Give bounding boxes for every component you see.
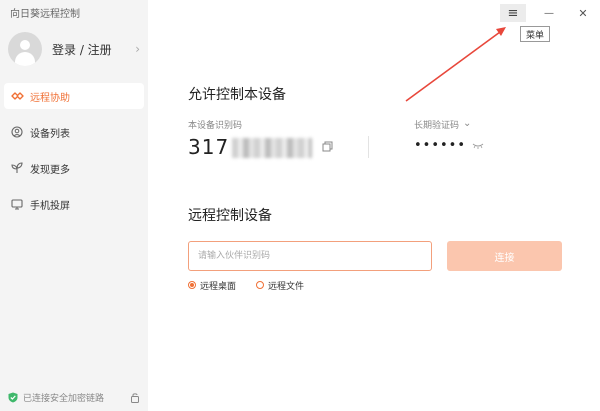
device-id-value: 317 (188, 135, 230, 159)
divider (368, 136, 369, 158)
mode-remote-file[interactable]: 远程文件 (256, 279, 305, 292)
remote-assist-icon (10, 89, 24, 103)
avatar (8, 32, 42, 66)
menu-tooltip: 菜单 (520, 26, 550, 42)
login-label: 登录 / 注册 (52, 42, 112, 57)
radio-selected-icon (188, 281, 196, 289)
mode-label: 远程桌面 (200, 281, 237, 292)
chevron-down-icon: ⌄ (463, 117, 472, 129)
connect-button[interactable]: 连接 (447, 241, 562, 271)
sidebar-item-label: 远程协助 (30, 92, 70, 104)
secure-status-text: 已连接安全加密链路 (23, 393, 105, 404)
sidebar-item-remote-assist[interactable]: 远程协助 (4, 83, 144, 109)
lock-icon[interactable] (130, 392, 140, 403)
sidebar-item-label: 发现更多 (30, 164, 70, 176)
chevron-right-icon: › (135, 42, 140, 56)
allow-section-title: 允许控制本设备 (188, 87, 286, 103)
mode-remote-desktop[interactable]: 远程桌面 (188, 279, 237, 292)
sidebar-item-screen-cast[interactable]: 手机投屏 (4, 191, 144, 217)
mode-label: 远程文件 (268, 281, 305, 292)
login-button[interactable]: 登录 / 注册 › (8, 30, 144, 68)
remote-section-title: 远程控制设备 (188, 208, 272, 224)
copy-icon[interactable] (322, 141, 333, 152)
app-title: 向日葵远程控制 (10, 9, 80, 20)
close-icon: ✕ (578, 6, 588, 20)
device-id-masked (232, 138, 312, 158)
device-list-icon (10, 125, 24, 139)
sidebar: 向日葵远程控制 登录 / 注册 › 远程协助 设备列表 发现更多 手机投屏 已连… (0, 0, 148, 411)
sidebar-item-discover[interactable]: 发现更多 (4, 155, 144, 181)
password-value: •••••• (414, 138, 467, 153)
minimize-button[interactable]: — (536, 4, 562, 22)
password-type-dropdown[interactable]: 长期验证码 ⌄ (414, 117, 472, 132)
sidebar-nav: 远程协助 设备列表 发现更多 手机投屏 (4, 83, 144, 227)
sidebar-item-device-list[interactable]: 设备列表 (4, 119, 144, 145)
secure-status: 已连接安全加密链路 (8, 390, 140, 404)
discover-icon (10, 161, 24, 175)
menu-icon: ≡ (507, 5, 519, 21)
close-button[interactable]: ✕ (570, 4, 596, 22)
eye-closed-icon[interactable] (472, 143, 484, 149)
device-id-label: 本设备识别码 (188, 121, 243, 131)
minimize-icon: — (544, 7, 554, 19)
shield-check-icon (8, 392, 18, 402)
menu-button[interactable]: ≡ (500, 4, 526, 22)
sidebar-item-label: 设备列表 (30, 128, 70, 140)
partner-id-input[interactable] (188, 241, 432, 271)
sidebar-item-label: 手机投屏 (30, 200, 70, 212)
screen-cast-icon (10, 197, 24, 211)
password-label: 长期验证码 (414, 121, 460, 131)
radio-unselected-icon (256, 281, 264, 289)
